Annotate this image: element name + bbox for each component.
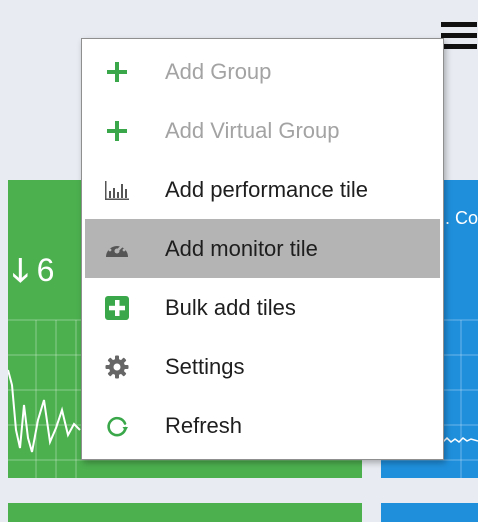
tile-title: . Co	[445, 208, 478, 228]
refresh-icon	[104, 413, 130, 439]
menu-item-settings[interactable]: Settings	[85, 337, 440, 396]
gear-icon	[104, 354, 130, 380]
menu-item-label: Add performance tile	[165, 176, 368, 202]
menu-item-label: Bulk add tiles	[165, 294, 296, 320]
tile-green-lower[interactable]	[8, 503, 362, 522]
hamburger-menu-icon[interactable]	[441, 20, 477, 52]
plus-icon	[104, 59, 130, 85]
menu-item-add-performance-tile[interactable]: Add performance tile	[85, 160, 440, 219]
menu-item-refresh[interactable]: Refresh	[85, 396, 440, 455]
hamburger-bar	[441, 22, 477, 27]
menu-item-add-group[interactable]: Add Group	[85, 42, 440, 101]
plus-icon	[104, 118, 130, 144]
menu-item-label: Settings	[165, 353, 245, 379]
tile-metric-value: 🡓 6	[12, 252, 54, 288]
menu-item-label: Add Group	[165, 58, 272, 84]
menu-item-label: Refresh	[165, 412, 243, 438]
arrow-down-icon: 🡓	[12, 252, 29, 288]
bar-chart-icon	[104, 177, 130, 203]
menu-item-label: Add monitor tile	[165, 235, 318, 261]
menu-item-add-virtual-group[interactable]: Add Virtual Group	[85, 101, 440, 160]
tile-metric-number: 6	[36, 252, 55, 288]
plus-square-icon	[104, 295, 130, 321]
menu-item-label: Add Virtual Group	[165, 117, 340, 143]
tile-blue-lower[interactable]	[381, 503, 478, 522]
menu-item-add-monitor-tile[interactable]: Add monitor tile	[85, 219, 440, 278]
hamburger-bar	[441, 44, 477, 49]
menu-item-bulk-add-tiles[interactable]: Bulk add tiles	[85, 278, 440, 337]
gauge-icon	[104, 236, 130, 262]
dashboard-context-menu: Add Group Add Virtual Group Add performa…	[81, 38, 444, 460]
hamburger-bar	[441, 33, 477, 38]
